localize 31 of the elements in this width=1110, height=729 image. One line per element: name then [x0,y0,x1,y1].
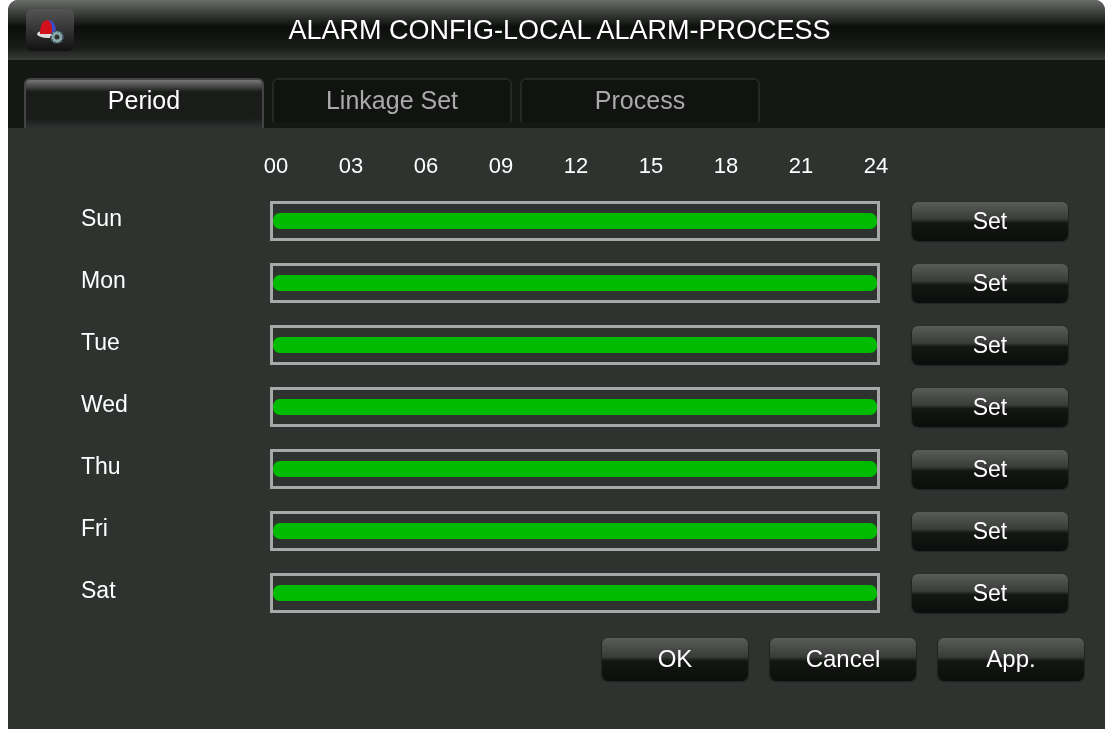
set-button[interactable]: Set [912,512,1068,550]
alarm-gear-icon [26,9,74,51]
day-label: Tue [80,328,121,356]
hour-label: 21 [787,153,815,179]
hour-label: 03 [337,153,365,179]
tab[interactable]: Linkage Set [272,78,512,122]
day-label: Wed [80,390,129,418]
set-button[interactable]: Set [912,264,1068,302]
hour-label: 18 [712,153,740,179]
apply-button[interactable]: App. [938,638,1084,680]
day-label: Sat [80,576,117,604]
ok-button[interactable]: OK [602,638,748,680]
set-button[interactable]: Set [912,574,1068,612]
window-title: ALARM CONFIG-LOCAL ALARM-PROCESS [287,14,832,46]
hour-label: 15 [637,153,665,179]
day-label: Thu [80,452,122,480]
set-button[interactable]: Set [912,388,1068,426]
day-label: Fri [80,514,109,542]
set-button[interactable]: Set [912,450,1068,488]
tab[interactable]: Process [520,78,760,122]
cancel-button[interactable]: Cancel [770,638,916,680]
set-button[interactable]: Set [912,202,1068,240]
day-label: Mon [80,266,127,294]
hour-label: 12 [562,153,590,179]
hour-label: 24 [862,153,890,179]
tab[interactable]: Period [24,78,264,128]
hour-label: 09 [487,153,515,179]
day-label: Sun [80,204,123,232]
set-button[interactable]: Set [912,326,1068,364]
hour-label: 06 [412,153,440,179]
hour-label: 00 [262,153,290,179]
